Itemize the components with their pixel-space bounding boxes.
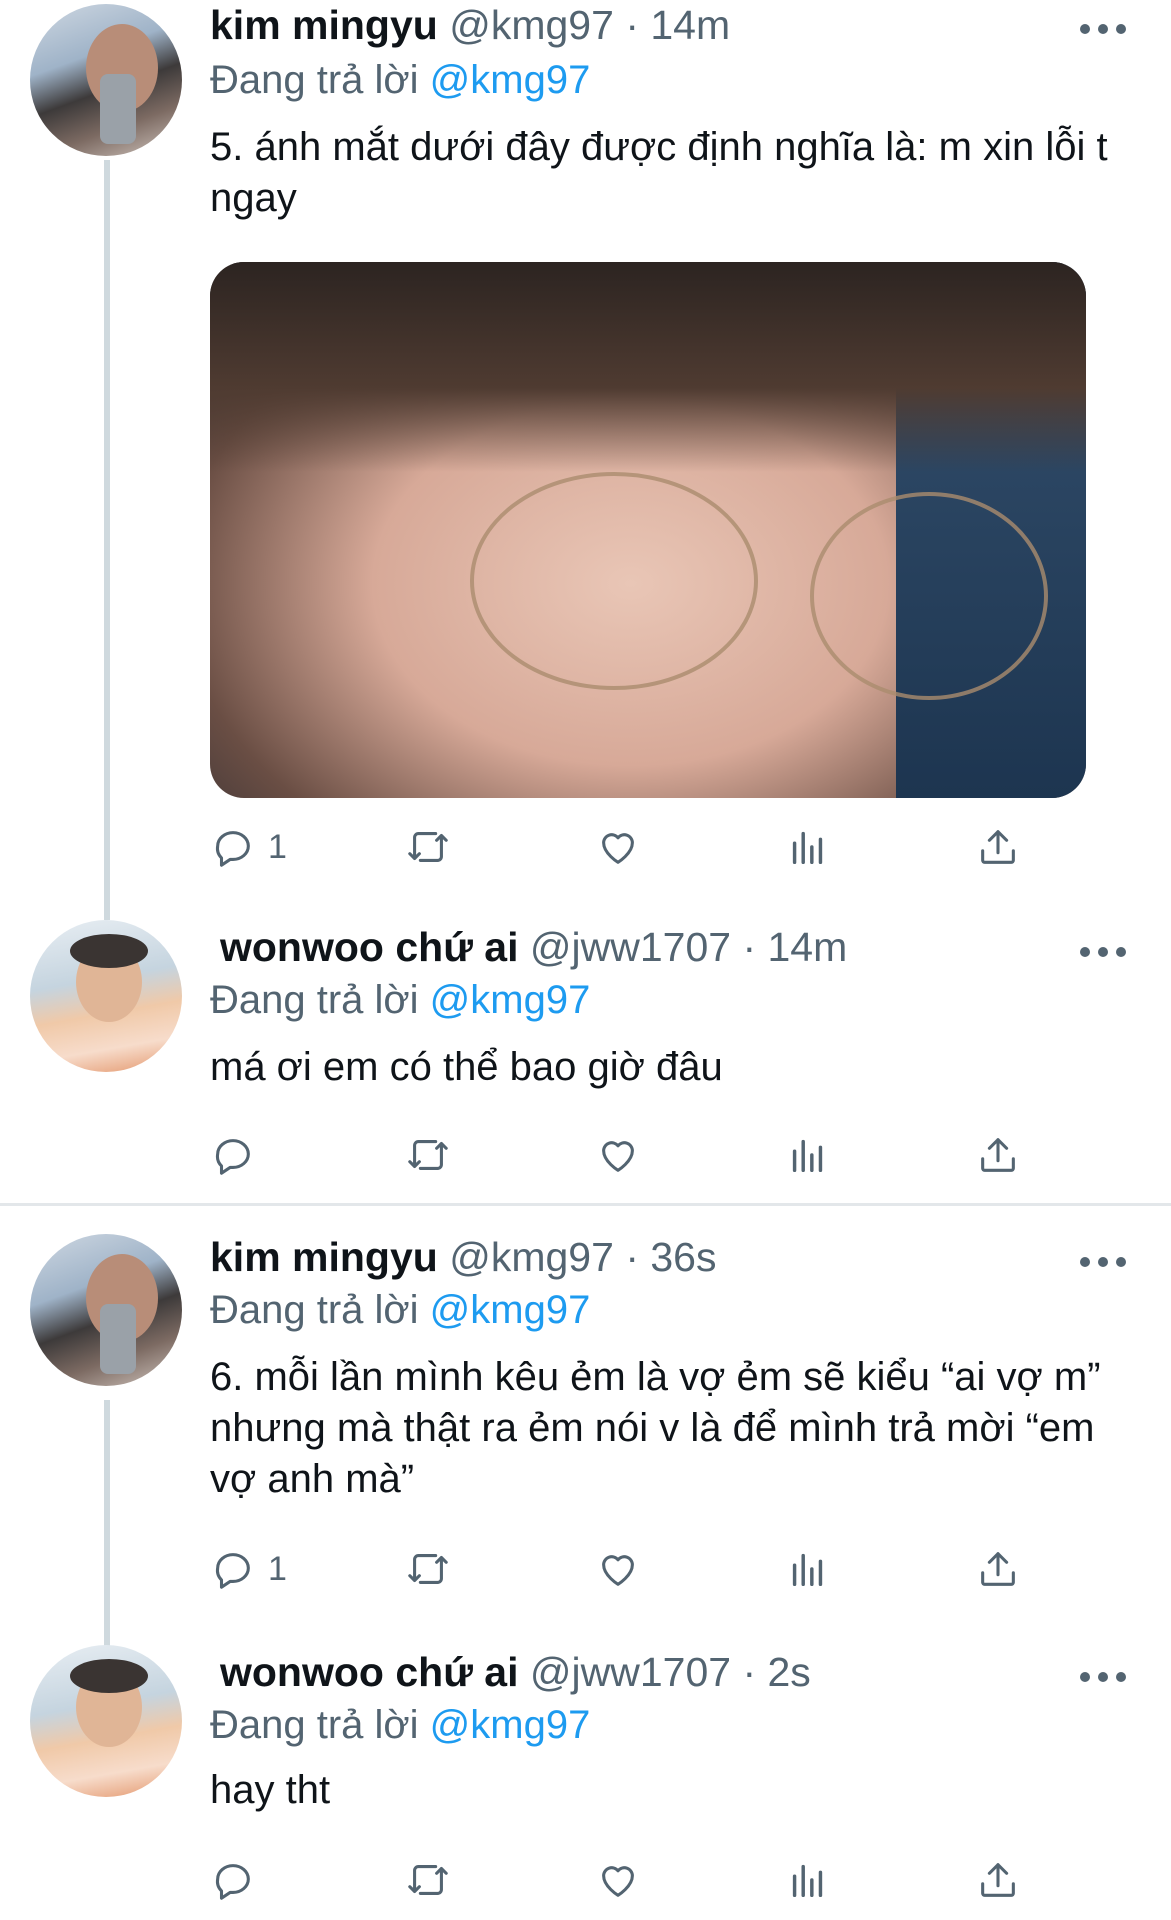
like-button[interactable]	[595, 1130, 641, 1180]
replying-prefix: Đang trả lời	[210, 58, 419, 102]
tweet-time[interactable]: · 14m	[625, 2, 730, 48]
tweet[interactable]: kim mingyu @kmg97 · 14m Đang trả lời @km…	[0, 0, 1171, 900]
tweet-text: 5. ánh mắt dưới đây được định nghĩa là: …	[210, 125, 1108, 220]
reply-button[interactable]	[210, 1130, 268, 1180]
retweet-icon	[408, 1140, 448, 1170]
retweet-button[interactable]	[405, 1855, 451, 1905]
author-line: kim mingyu @kmg97 · 36s	[210, 1234, 716, 1281]
reply-icon	[215, 831, 250, 867]
author-line: wonwoo chứ ai @jww1707 · 14m	[220, 924, 847, 971]
author-name[interactable]: kim mingyu	[210, 1234, 438, 1280]
views-icon	[792, 1553, 823, 1587]
more-icon[interactable]	[1080, 1670, 1126, 1684]
views-icon	[792, 1864, 823, 1898]
author-handle[interactable]: @kmg97	[449, 2, 614, 48]
replying-prefix: Đang trả lời	[210, 1703, 419, 1747]
retweet-icon	[408, 1865, 448, 1895]
tweet[interactable]: kim mingyu @kmg97 · 36s Đang trả lời @km…	[0, 1230, 1171, 1630]
avatar[interactable]	[30, 1234, 182, 1386]
views-icon	[792, 831, 823, 865]
reply-icon	[215, 1864, 250, 1900]
tweet-text: má ơi em có thể bao giờ đâu	[210, 1045, 723, 1089]
views-button[interactable]	[785, 822, 831, 872]
like-icon	[602, 1866, 634, 1897]
like-icon	[602, 1555, 634, 1586]
replying-to: Đang trả lời @kmg97	[210, 978, 590, 1023]
tweet-text: hay tht	[210, 1768, 331, 1812]
conversation-divider	[0, 1203, 1171, 1206]
more-icon[interactable]	[1080, 1255, 1126, 1269]
replying-to: Đang trả lời @kmg97	[210, 1288, 590, 1333]
mention-link[interactable]: @kmg97	[430, 978, 591, 1022]
like-button[interactable]	[595, 822, 641, 872]
tweet-actions	[210, 1130, 1050, 1180]
replying-prefix: Đang trả lời	[210, 1288, 419, 1332]
reply-button[interactable]: 1	[210, 1544, 287, 1594]
like-icon	[602, 833, 634, 864]
avatar[interactable]	[30, 1645, 182, 1797]
tweet-actions: 1	[210, 1544, 1050, 1594]
reply-button[interactable]	[210, 1855, 268, 1905]
share-icon	[981, 830, 1015, 864]
tweet-text: 6. mỗi lần mình kêu ẻm là vợ ẻm sẽ kiểu …	[210, 1355, 1101, 1501]
author-name[interactable]: wonwoo chứ ai	[220, 1649, 518, 1695]
author-handle[interactable]: @jww1707	[530, 1649, 731, 1695]
reply-count: 1	[268, 1549, 287, 1588]
reply-count: 1	[268, 827, 287, 866]
reply-icon	[215, 1139, 250, 1175]
retweet-button[interactable]	[405, 1130, 451, 1180]
tweet-image[interactable]	[210, 262, 1086, 798]
avatar[interactable]	[30, 920, 182, 1072]
share-icon	[981, 1552, 1015, 1586]
tweet-time[interactable]: · 2s	[742, 1649, 810, 1695]
reply-icon	[215, 1553, 250, 1589]
author-handle[interactable]: @jww1707	[530, 924, 731, 970]
avatar[interactable]	[30, 4, 182, 156]
mention-link[interactable]: @kmg97	[430, 1703, 591, 1747]
like-button[interactable]	[595, 1544, 641, 1594]
views-button[interactable]	[785, 1130, 831, 1180]
retweet-button[interactable]	[405, 822, 451, 872]
author-handle[interactable]: @kmg97	[449, 1234, 614, 1280]
author-line: kim mingyu @kmg97 · 14m	[210, 2, 730, 49]
author-line: wonwoo chứ ai @jww1707 · 2s	[220, 1649, 811, 1696]
replying-prefix: Đang trả lời	[210, 978, 419, 1022]
replying-to: Đang trả lời @kmg97	[210, 58, 590, 103]
author-name[interactable]: wonwoo chứ ai	[220, 924, 518, 970]
share-button[interactable]	[975, 1130, 1021, 1180]
tweet-time[interactable]: · 36s	[625, 1234, 716, 1280]
author-name[interactable]: kim mingyu	[210, 2, 438, 48]
views-button[interactable]	[785, 1544, 831, 1594]
views-icon	[792, 1139, 823, 1173]
retweet-button[interactable]	[405, 1544, 451, 1594]
share-icon	[981, 1138, 1015, 1172]
reply-button[interactable]: 1	[210, 822, 287, 872]
share-button[interactable]	[975, 1855, 1021, 1905]
tweet-time[interactable]: · 14m	[742, 924, 847, 970]
tweet[interactable]: wonwoo chứ ai @jww1707 · 14m Đang trả lờ…	[0, 920, 1171, 1210]
retweet-icon	[408, 1554, 448, 1584]
like-button[interactable]	[595, 1855, 641, 1905]
more-icon[interactable]	[1080, 945, 1126, 959]
mention-link[interactable]: @kmg97	[430, 58, 591, 102]
share-button[interactable]	[975, 1544, 1021, 1594]
retweet-icon	[408, 832, 448, 862]
share-button[interactable]	[975, 822, 1021, 872]
tweet-actions: 1	[210, 822, 1050, 872]
mention-link[interactable]: @kmg97	[430, 1288, 591, 1332]
like-icon	[602, 1141, 634, 1172]
replying-to: Đang trả lời @kmg97	[210, 1703, 590, 1748]
tweet-actions	[210, 1855, 1050, 1905]
share-icon	[981, 1863, 1015, 1897]
tweet[interactable]: wonwoo chứ ai @jww1707 · 2s Đang trả lời…	[0, 1645, 1171, 1920]
views-button[interactable]	[785, 1855, 831, 1905]
more-icon[interactable]	[1080, 22, 1126, 36]
